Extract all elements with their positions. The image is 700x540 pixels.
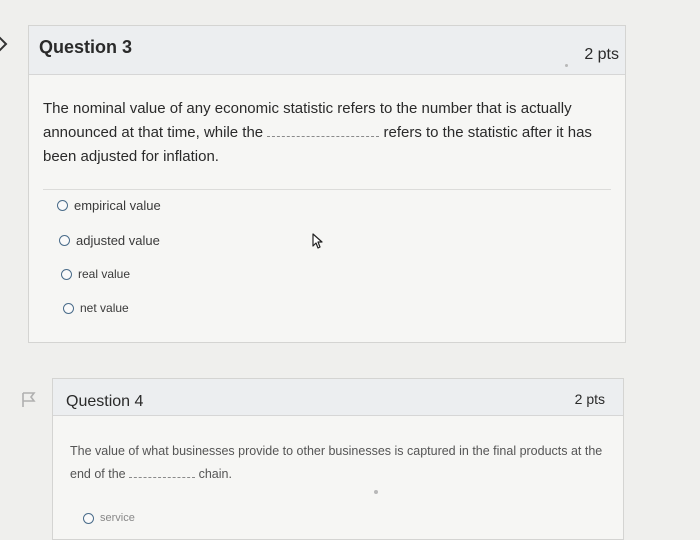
option-label: real value <box>78 267 131 281</box>
question-4-header: Question 4 2 pts <box>53 379 623 416</box>
question-4-title: Question 4 <box>66 393 144 410</box>
question-4-text: The value of what businesses provide to … <box>70 440 610 486</box>
option-label: service <box>100 512 135 524</box>
question-4-card: Question 4 2 pts The value of what busin… <box>52 378 624 540</box>
radio-service[interactable] <box>83 512 94 524</box>
option-empirical-value[interactable]: empirical value <box>57 198 161 213</box>
question-3-points: 2 pts <box>584 46 619 63</box>
question-3-text: The nominal value of any economic statis… <box>43 97 618 169</box>
radio-real-value[interactable] <box>61 268 72 280</box>
radio-adjusted-value[interactable] <box>59 235 70 246</box>
option-real-value[interactable]: real value <box>61 267 130 281</box>
option-label: net value <box>80 301 129 315</box>
radio-net-value[interactable] <box>63 302 74 314</box>
question-4-blank <box>129 469 196 478</box>
question-3-card: Question 3 2 pts The nominal value of an… <box>28 25 626 343</box>
option-adjusted-value[interactable]: adjusted value <box>59 233 160 248</box>
option-net-value[interactable]: net value <box>63 301 129 315</box>
question-3-divider <box>43 189 611 190</box>
question-4-text-part2: chain. <box>198 467 232 481</box>
speck <box>565 64 568 67</box>
radio-empirical-value[interactable] <box>57 200 68 211</box>
option-service[interactable]: service <box>83 512 135 524</box>
option-label: adjusted value <box>76 233 160 248</box>
option-label: empirical value <box>74 198 161 213</box>
question-3-title: Question 3 <box>39 37 133 57</box>
question-4-points: 2 pts <box>574 391 605 407</box>
cursor-icon <box>312 233 323 249</box>
question-3-header: Question 3 2 pts <box>29 26 625 75</box>
chevron-right-icon[interactable] <box>0 34 10 54</box>
quiz-page: { "questions": [ { "title": "Question 3"… <box>0 0 700 540</box>
question-3-blank <box>267 128 380 137</box>
flag-icon[interactable] <box>20 391 38 409</box>
speck <box>374 490 378 494</box>
